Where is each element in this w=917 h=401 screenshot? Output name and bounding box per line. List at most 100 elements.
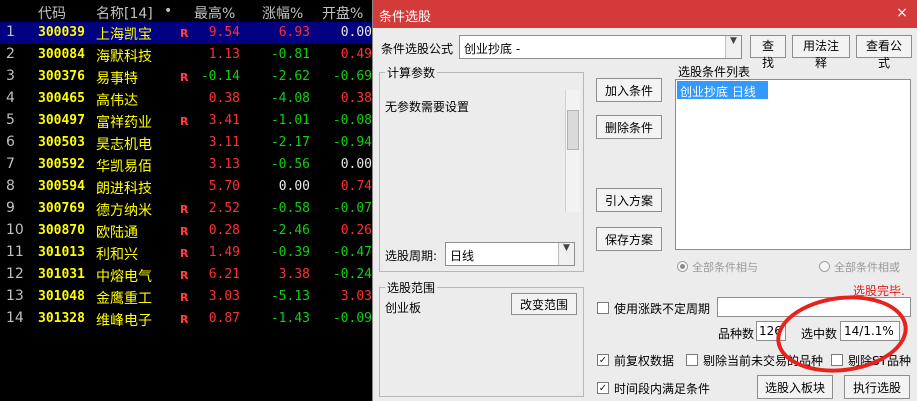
chevron-down-icon[interactable]: ▼ bbox=[558, 243, 574, 265]
uncertain-period-field[interactable] bbox=[717, 297, 911, 317]
scrollbar-thumb[interactable] bbox=[567, 110, 579, 150]
stock-code: 300497 bbox=[38, 113, 85, 128]
stock-name: 德方纳米 bbox=[96, 203, 152, 219]
change-range-button[interactable]: 改变范围 bbox=[511, 293, 577, 315]
table-row[interactable]: 12 301031 中熔电气 R 6.21 3.38 -0.24 bbox=[0, 264, 372, 286]
stock-code: 300769 bbox=[38, 201, 85, 216]
change-pct: -1.01 bbox=[270, 113, 310, 128]
add-to-block-button[interactable]: 选股入板块 bbox=[757, 375, 833, 399]
row-index: 10 bbox=[6, 222, 24, 238]
row-index: 4 bbox=[6, 90, 15, 106]
exclude-untraded-checkbox[interactable] bbox=[686, 354, 698, 366]
open-pct: 3.03 bbox=[340, 289, 372, 304]
high-pct: 6.21 bbox=[208, 267, 240, 282]
selected-label: 选中数 bbox=[801, 327, 838, 341]
radio-or[interactable] bbox=[819, 261, 830, 272]
exclude-st-checkbox[interactable] bbox=[831, 354, 843, 366]
open-pct: -0.07 bbox=[332, 201, 372, 216]
chevron-down-icon[interactable]: ▼ bbox=[725, 36, 741, 58]
open-pct: 0.74 bbox=[340, 179, 372, 194]
condition-item-label: 创业抄底 日线 bbox=[680, 85, 756, 99]
stock-code: 301031 bbox=[38, 267, 85, 282]
table-row[interactable]: 1 300039 上海凯宝 R 9.54 6.93 0.00 bbox=[0, 22, 372, 44]
stock-code: 300594 bbox=[38, 179, 85, 194]
stock-code: 301013 bbox=[38, 245, 85, 260]
high-pct: 3.11 bbox=[208, 135, 240, 150]
open-pct: 0.38 bbox=[340, 91, 372, 106]
find-button[interactable]: 查找 bbox=[750, 35, 786, 70]
high-pct: 0.28 bbox=[208, 223, 240, 238]
change-pct: 6.93 bbox=[278, 25, 310, 40]
close-icon[interactable]: × bbox=[892, 4, 912, 22]
table-row[interactable]: 8 300594 朗进科技 5.70 0.00 0.74 bbox=[0, 176, 372, 198]
table-row[interactable]: 7 300592 华凯易佰 3.13 -0.56 0.00 bbox=[0, 154, 372, 176]
change-pct: -2.62 bbox=[270, 69, 310, 84]
table-row[interactable]: 9 300769 德方纳米 R 2.52 -0.58 -0.07 bbox=[0, 198, 372, 220]
change-pct: -0.58 bbox=[270, 201, 310, 216]
header-high[interactable]: 最高% bbox=[194, 3, 235, 23]
add-condition-button[interactable]: 加入条件 bbox=[596, 78, 662, 102]
header-open[interactable]: 开盘% bbox=[322, 3, 363, 23]
stock-code: 301048 bbox=[38, 289, 85, 304]
formula-value: 创业抄底 - bbox=[464, 42, 521, 56]
selected-value: 14/1.1% bbox=[844, 324, 894, 338]
stock-name: 海默科技 bbox=[96, 49, 152, 65]
formula-select[interactable]: 创业抄底 - ▼ bbox=[459, 35, 742, 59]
usage-notes-button[interactable]: 用法注释 bbox=[792, 35, 850, 70]
varieties-value: 126 bbox=[759, 324, 782, 338]
table-row[interactable]: 4 300465 高伟达 0.38 -4.08 0.38 bbox=[0, 88, 372, 110]
import-plan-button[interactable]: 引入方案 bbox=[596, 188, 662, 212]
table-row[interactable]: 13 301048 金鹰重工 R 3.03 -5.13 3.03 bbox=[0, 286, 372, 308]
table-row[interactable]: 11 301013 利和兴 R 1.49 -0.39 -0.47 bbox=[0, 242, 372, 264]
stock-code: 301328 bbox=[38, 311, 85, 326]
open-pct: -0.69 bbox=[332, 69, 372, 84]
row-index: 6 bbox=[6, 134, 15, 150]
table-row[interactable]: 2 300084 海默科技 1.13 -0.81 0.49 bbox=[0, 44, 372, 66]
stock-name: 富祥药业 bbox=[96, 115, 152, 131]
params-scrollbar[interactable] bbox=[565, 90, 580, 212]
stock-code: 300465 bbox=[38, 91, 85, 106]
table-row[interactable]: 10 300870 欧陆通 R 0.28 -2.46 0.26 bbox=[0, 220, 372, 242]
open-pct: -0.09 bbox=[332, 311, 372, 326]
radio-and[interactable] bbox=[677, 261, 688, 272]
table-row[interactable]: 5 300497 富祥药业 R 3.41 -1.01 -0.08 bbox=[0, 110, 372, 132]
list-item[interactable]: 创业抄底 日线 bbox=[677, 81, 768, 99]
save-plan-button[interactable]: 保存方案 bbox=[596, 227, 662, 251]
fq-data-checkbox[interactable]: ✓ bbox=[597, 354, 609, 366]
dialog-title-bar[interactable]: 条件选股 × bbox=[373, 0, 917, 28]
stock-name: 华凯易佰 bbox=[96, 159, 152, 175]
time-satisfy-checkbox[interactable]: ✓ bbox=[597, 382, 609, 394]
fq-data-label: 前复权数据 bbox=[614, 354, 675, 368]
high-pct: 1.49 bbox=[208, 245, 240, 260]
condition-list[interactable]: 创业抄底 日线 bbox=[675, 79, 911, 250]
uncertain-period-checkbox[interactable] bbox=[597, 302, 609, 314]
stock-name: 易事特 bbox=[96, 71, 138, 87]
header-change[interactable]: 涨幅% bbox=[262, 3, 303, 23]
table-row[interactable]: 14 301328 维峰电子 R 0.87 -1.43 -0.09 bbox=[0, 308, 372, 330]
varieties-field: 126 bbox=[756, 321, 786, 341]
stock-name: 欧陆通 bbox=[96, 225, 138, 241]
stock-name: 中熔电气 bbox=[96, 269, 152, 285]
change-pct: -2.17 bbox=[270, 135, 310, 150]
high-pct: 2.52 bbox=[208, 201, 240, 216]
row-index: 8 bbox=[6, 178, 15, 194]
view-formula-button[interactable]: 查看公式 bbox=[856, 35, 912, 70]
change-pct: -0.81 bbox=[270, 47, 310, 62]
row-index: 11 bbox=[6, 244, 24, 260]
high-pct: -0.14 bbox=[200, 69, 240, 84]
open-pct: 0.26 bbox=[340, 223, 372, 238]
header-name[interactable]: 名称[14] bbox=[96, 3, 153, 23]
exclude-st-label: 剔除ST品种 bbox=[848, 354, 911, 368]
range-value: 创业板 bbox=[385, 301, 422, 315]
uncertain-period-label: 使用涨跌不定周期 bbox=[614, 302, 711, 316]
execute-selection-button[interactable]: 执行选股 bbox=[844, 375, 910, 399]
row-index: 7 bbox=[6, 156, 15, 172]
period-select[interactable]: 日线 ▼ bbox=[445, 242, 575, 266]
row-index: 2 bbox=[6, 46, 15, 62]
stock-name: 朗进科技 bbox=[96, 181, 152, 197]
header-code[interactable]: 代码 bbox=[38, 3, 66, 23]
table-row[interactable]: 6 300503 昊志机电 3.11 -2.17 -0.94 bbox=[0, 132, 372, 154]
table-row[interactable]: 3 300376 易事特 R -0.14 -2.62 -0.69 bbox=[0, 66, 372, 88]
delete-condition-button[interactable]: 删除条件 bbox=[596, 115, 662, 139]
stock-code: 300503 bbox=[38, 135, 85, 150]
